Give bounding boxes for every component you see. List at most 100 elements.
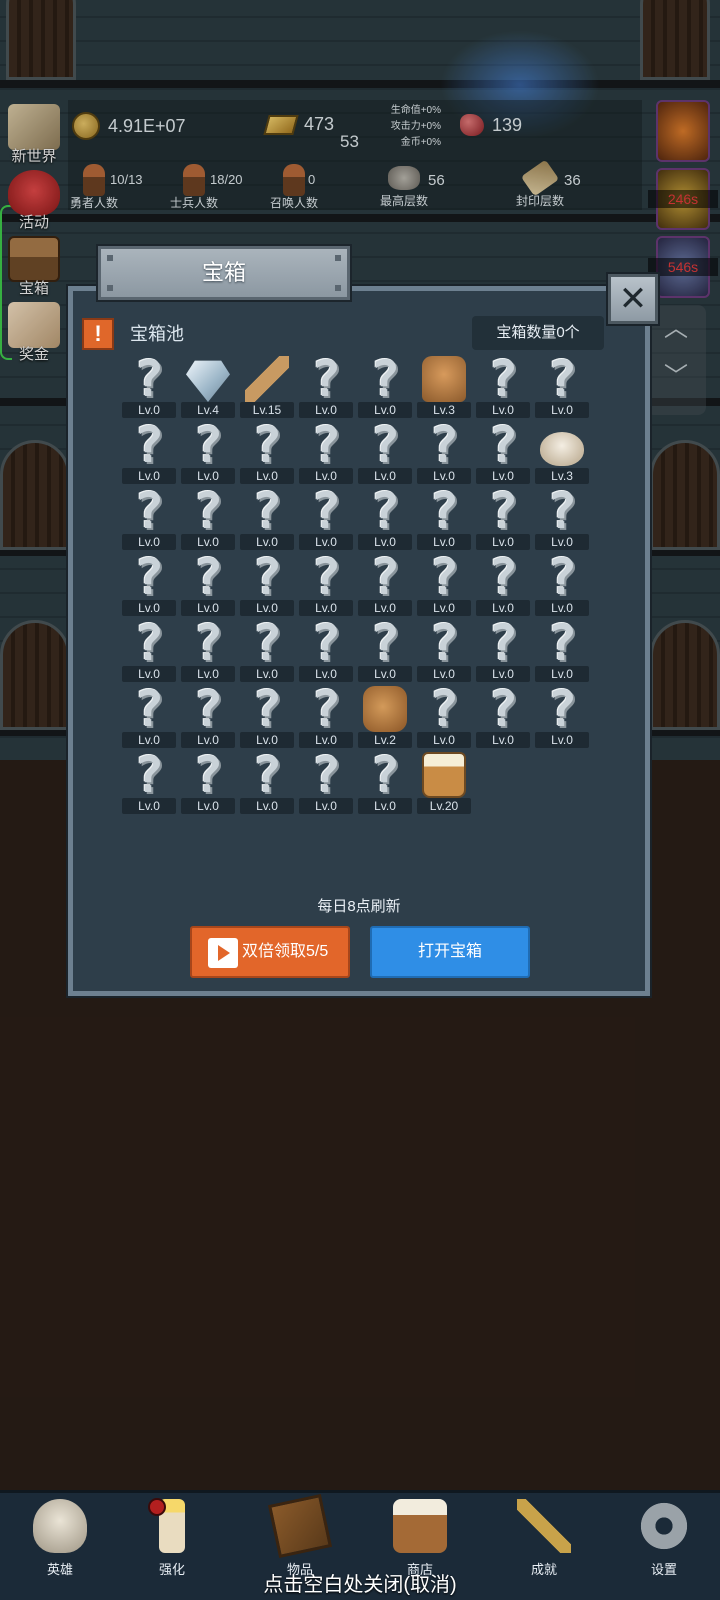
question-mark-icon: ?	[546, 350, 578, 408]
close-icon: ✕	[618, 280, 648, 318]
question-mark-icon: ?	[369, 482, 401, 540]
mug-icon	[393, 1499, 447, 1553]
item-slot[interactable]: ? Lv.0	[238, 746, 296, 816]
question-mark-icon: ?	[369, 614, 401, 672]
question-mark-icon: ?	[251, 548, 283, 606]
item-slot[interactable]: ? Lv.0	[238, 548, 296, 618]
item-slot[interactable]: ? Lv.0	[356, 420, 414, 486]
item-slot[interactable]: ? Lv.0	[179, 548, 237, 618]
item-slot[interactable]: ? Lv.0	[356, 614, 414, 684]
item-slot[interactable]: Lv.3	[533, 422, 591, 486]
item-slot[interactable]: ? Lv.0	[179, 614, 237, 684]
question-mark-icon: ?	[546, 614, 578, 672]
item-slot[interactable]: Lv.20	[415, 752, 473, 816]
key-icon	[517, 1499, 571, 1553]
item-slot[interactable]: ? Lv.0	[474, 420, 532, 486]
item-slot[interactable]: ? Lv.0	[356, 746, 414, 816]
item-slot[interactable]: ? Lv.0	[356, 482, 414, 552]
item-slot[interactable]: ? Lv.0	[474, 354, 532, 420]
item-slot[interactable]: ? Lv.0	[238, 420, 296, 486]
info-icon[interactable]: !	[82, 318, 114, 350]
armor-icon	[422, 356, 466, 402]
item-slot[interactable]: ? Lv.0	[297, 350, 355, 420]
skull-icon	[33, 1499, 87, 1553]
item-slot[interactable]: ? Lv.0	[120, 486, 178, 552]
refresh-note: 每日8点刷新	[317, 898, 401, 915]
item-slot[interactable]: ? Lv.0	[120, 552, 178, 618]
question-mark-icon: ?	[310, 350, 342, 408]
item-slot[interactable]: Lv.2	[356, 686, 414, 750]
item-slot[interactable]: ? Lv.0	[474, 618, 532, 684]
item-slot[interactable]: ? Lv.0	[474, 684, 532, 750]
item-slot[interactable]: ? Lv.0	[415, 548, 473, 618]
question-mark-icon: ?	[192, 746, 224, 804]
dialog-title-text: 宝箱	[201, 260, 246, 285]
close-button[interactable]: ✕	[608, 274, 658, 324]
item-slot[interactable]: ? Lv.0	[533, 614, 591, 684]
bread-icon	[540, 432, 584, 466]
item-slot[interactable]: ? Lv.0	[356, 552, 414, 618]
question-mark-icon: ?	[251, 680, 283, 738]
item-slot[interactable]: ? Lv.0	[179, 420, 237, 486]
item-slot[interactable]: ? Lv.0	[356, 354, 414, 420]
notification-dot	[148, 1498, 166, 1516]
question-mark-icon: ?	[546, 548, 578, 606]
question-mark-icon: ?	[133, 680, 165, 738]
item-slot[interactable]: ? Lv.0	[415, 416, 473, 486]
item-level: Lv.0	[240, 798, 294, 814]
item-slot[interactable]: ? Lv.0	[533, 548, 591, 618]
item-slot[interactable]: ? Lv.0	[238, 618, 296, 684]
item-slot[interactable]: ? Lv.0	[297, 486, 355, 552]
question-mark-icon: ?	[369, 746, 401, 804]
item-slot[interactable]: ? Lv.0	[297, 684, 355, 750]
item-slot[interactable]: ? Lv.0	[179, 680, 237, 750]
question-mark-icon: ?	[133, 350, 165, 408]
item-slot[interactable]: Lv.4	[179, 356, 237, 420]
close-hint[interactable]: 点击空白处关闭(取消)	[0, 1568, 720, 1597]
item-slot[interactable]: ? Lv.0	[120, 680, 178, 750]
double-claim-label: 双倍领取5/5	[242, 943, 329, 960]
item-slot[interactable]: Lv.15	[238, 356, 296, 420]
item-slot[interactable]: ? Lv.0	[415, 680, 473, 750]
question-mark-icon: ?	[192, 548, 224, 606]
item-slot[interactable]: ? Lv.0	[533, 684, 591, 750]
question-mark-icon: ?	[310, 614, 342, 672]
item-slot[interactable]: ? Lv.0	[533, 350, 591, 420]
rivet	[335, 255, 341, 261]
item-level: Lv.0	[535, 402, 589, 418]
question-mark-icon: ?	[428, 416, 460, 474]
item-slot[interactable]: ? Lv.0	[120, 350, 178, 420]
item-slot[interactable]: ? Lv.0	[179, 746, 237, 816]
question-mark-icon: ?	[428, 614, 460, 672]
item-slot[interactable]: ? Lv.0	[415, 486, 473, 552]
item-slot[interactable]: ? Lv.0	[533, 486, 591, 552]
item-slot[interactable]: ? Lv.0	[179, 486, 237, 552]
item-slot[interactable]: ? Lv.0	[238, 486, 296, 552]
item-slot[interactable]: ? Lv.0	[415, 614, 473, 684]
rivet	[107, 255, 113, 261]
question-mark-icon: ?	[428, 680, 460, 738]
question-mark-icon: ?	[133, 746, 165, 804]
beer-icon	[422, 752, 466, 798]
item-slot[interactable]: ? Lv.0	[297, 552, 355, 618]
item-slot[interactable]: ? Lv.0	[297, 614, 355, 684]
item-slot[interactable]: ? Lv.0	[474, 486, 532, 552]
question-mark-icon: ?	[428, 548, 460, 606]
item-slot[interactable]: ? Lv.0	[120, 420, 178, 486]
open-chest-button[interactable]: 打开宝箱	[370, 926, 530, 978]
item-slot[interactable]: ? Lv.0	[297, 420, 355, 486]
item-slot[interactable]: ? Lv.0	[120, 746, 178, 816]
double-claim-button[interactable]: 双倍领取5/5	[190, 926, 350, 978]
question-mark-icon: ?	[192, 680, 224, 738]
pool-title: 宝箱池	[130, 324, 184, 344]
video-icon	[208, 938, 238, 968]
question-mark-icon: ?	[192, 614, 224, 672]
item-slot[interactable]: ? Lv.0	[120, 618, 178, 684]
item-level: Lv.0	[535, 732, 589, 748]
item-slot[interactable]: ? Lv.0	[238, 680, 296, 750]
question-mark-icon: ?	[251, 746, 283, 804]
item-slot[interactable]: ? Lv.0	[297, 750, 355, 816]
item-slot[interactable]: ? Lv.0	[474, 552, 532, 618]
open-chest-label: 打开宝箱	[417, 943, 482, 960]
item-slot[interactable]: Lv.3	[415, 356, 473, 420]
